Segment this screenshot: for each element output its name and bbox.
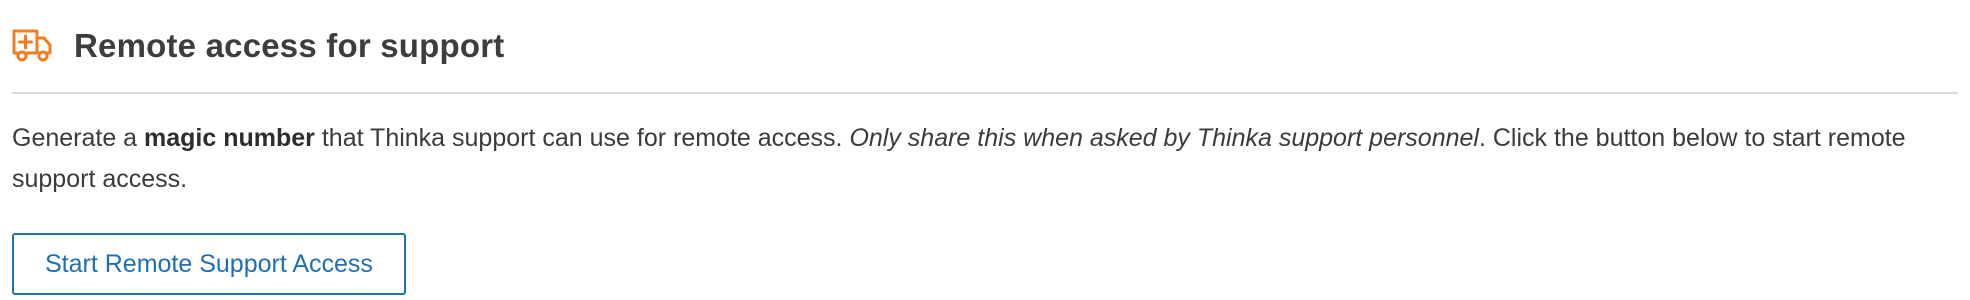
description-italic-text: Only share this when asked by Thinka sup… [849, 124, 1479, 152]
section-description: Generate a magic number that Thinka supp… [12, 118, 1958, 200]
remote-access-section: Remote access for support Generate a mag… [12, 0, 1958, 295]
section-header: Remote access for support [12, 0, 1958, 94]
section-title: Remote access for support [74, 27, 505, 64]
start-remote-support-button[interactable]: Start Remote Support Access [12, 233, 406, 295]
ambulance-icon [12, 27, 52, 63]
description-text-middle: that Thinka support can use for remote a… [314, 124, 850, 152]
description-text-before: Generate a [12, 124, 145, 152]
description-bold-text: magic number [144, 124, 315, 152]
